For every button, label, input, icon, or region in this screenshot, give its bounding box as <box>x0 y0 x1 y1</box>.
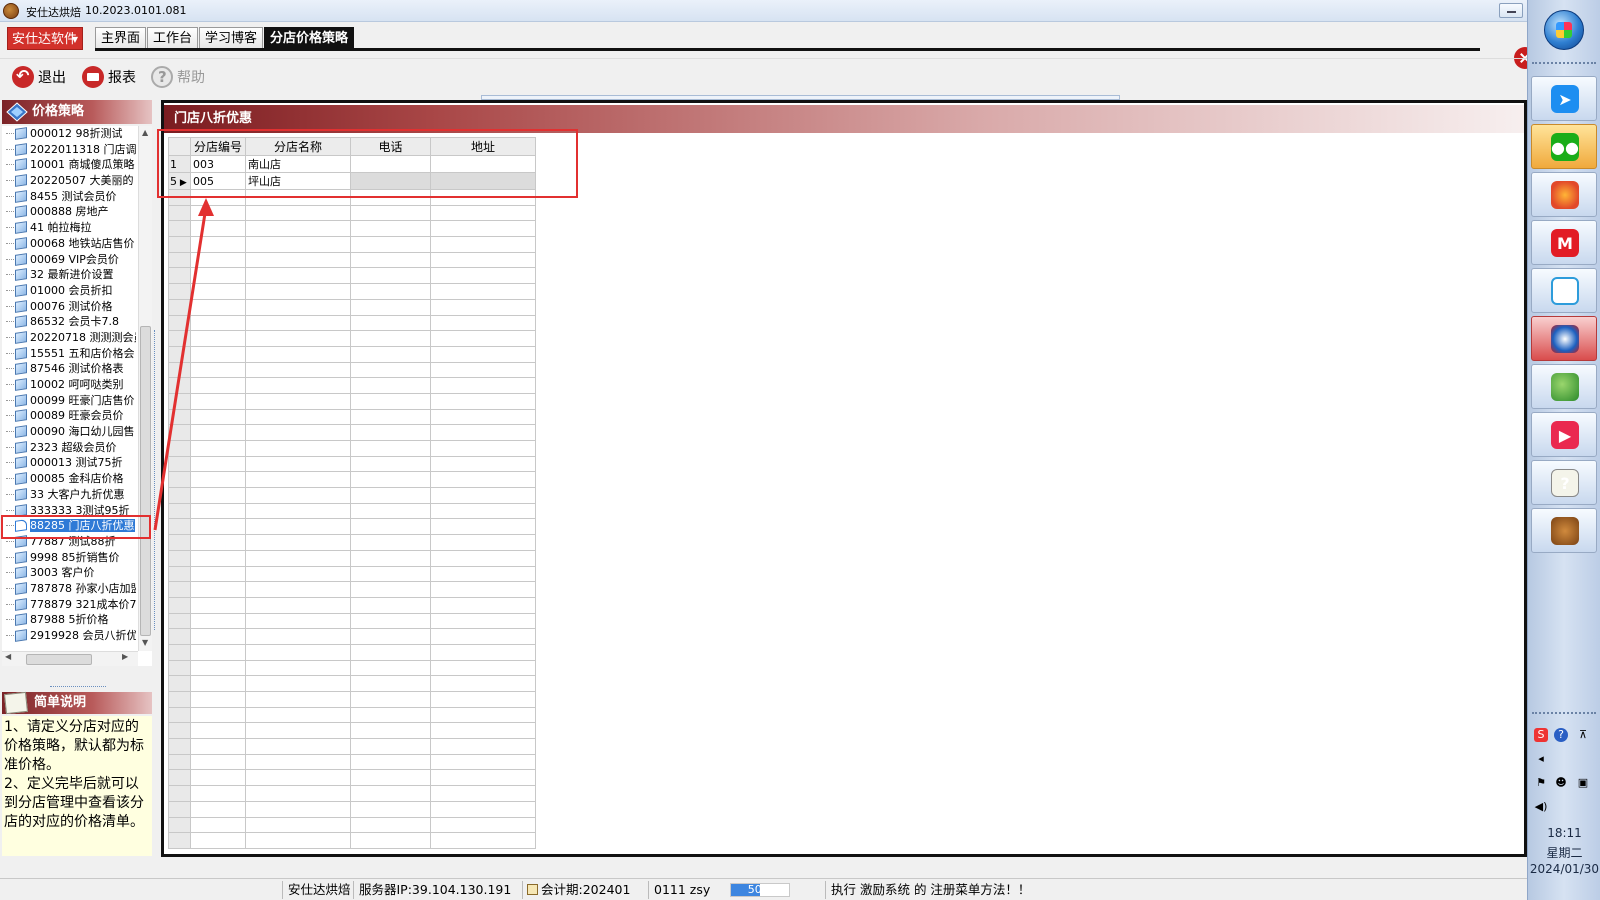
status-server: 服务器IP:39.104.130.191 <box>353 881 511 899</box>
ime-icon[interactable]: S <box>1534 728 1548 742</box>
wechat-icon: ●● <box>1551 133 1579 161</box>
calendar-icon <box>527 884 538 895</box>
status-user: 0111 zsy <box>648 881 710 899</box>
dock-app-help[interactable]: ? <box>1531 460 1597 505</box>
dock-app-wechat[interactable]: ●● <box>1531 124 1597 169</box>
right-dock: ➤ ●● M ▶ ? S ? ⊼ ◂ ⚑ ☻ ▣ ◀) 18:11 星期二 20… <box>1527 0 1600 900</box>
dock-app-m[interactable]: M <box>1531 220 1597 265</box>
start-menu-icon[interactable] <box>1544 10 1584 50</box>
qq-tray-icon[interactable]: ☻ <box>1554 776 1568 790</box>
media-player-icon: ▶ <box>1551 421 1579 449</box>
tray-grip[interactable] <box>1532 712 1596 718</box>
status-period: 会计期:202401 <box>522 881 630 899</box>
status-progress-bar: 50% <box>730 883 790 897</box>
globe-app-icon <box>1551 325 1579 353</box>
apple-app-icon <box>1551 373 1579 401</box>
pin-icon[interactable]: ⊼ <box>1576 728 1590 742</box>
progress-text: 50% <box>747 883 773 896</box>
firefox-icon <box>1551 181 1579 209</box>
clock-time[interactable]: 18:11 <box>1528 826 1600 840</box>
cookie-app-icon <box>1551 517 1579 545</box>
clock-date[interactable]: 2024/01/30 <box>1528 862 1600 876</box>
status-company: 安仕达烘焙 <box>282 881 351 899</box>
clock-weekday[interactable]: 星期二 <box>1528 844 1600 861</box>
dock-app-qq-browser[interactable] <box>1531 268 1597 313</box>
dock-app-media[interactable]: ▶ <box>1531 412 1597 457</box>
help-circle-icon[interactable]: ? <box>1554 728 1568 742</box>
network-icon[interactable]: ▣ <box>1576 776 1590 790</box>
dock-grip[interactable] <box>1532 62 1596 68</box>
status-message: 执行 激励系统 的 注册菜单方法！！ <box>825 881 1030 899</box>
status-period-text: 会计期:202401 <box>541 882 631 897</box>
flag-icon[interactable]: ⚑ <box>1534 776 1548 790</box>
volume-icon[interactable]: ◀) <box>1534 800 1548 814</box>
dock-app-feishu[interactable]: ➤ <box>1531 76 1597 121</box>
annotation-arrow <box>153 198 214 531</box>
feishu-icon: ➤ <box>1551 85 1579 113</box>
expand-tray-icon[interactable]: ◂ <box>1534 752 1548 766</box>
dock-app-globe[interactable] <box>1531 316 1597 361</box>
dock-app-apple[interactable] <box>1531 364 1597 409</box>
status-bar: 安仕达烘焙 服务器IP:39.104.130.191 会计期:202401 01… <box>0 878 1527 900</box>
dock-app-firefox[interactable] <box>1531 172 1597 217</box>
m-app-icon: M <box>1551 229 1579 257</box>
dock-app-cookie[interactable] <box>1531 508 1597 553</box>
qq-browser-icon <box>1551 277 1579 305</box>
help-doc-icon: ? <box>1551 469 1579 497</box>
